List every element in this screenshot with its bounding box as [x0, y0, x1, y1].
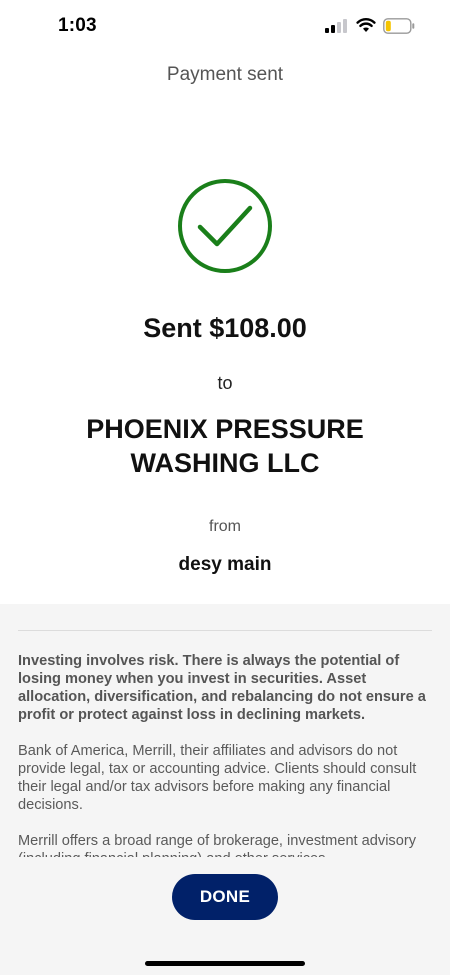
recipient-name: PHOENIX PRESSURE WASHING LLC [86, 414, 364, 478]
disclosure-section: Investing involves risk. There is always… [0, 604, 450, 975]
disclosure-scroll[interactable]: Investing involves risk. There is always… [18, 652, 432, 857]
wifi-icon [356, 18, 376, 32]
from-label: from [209, 518, 241, 535]
done-button[interactable]: DONE [172, 874, 278, 920]
page-title: Payment sent [166, 64, 284, 85]
home-indicator[interactable] [145, 961, 305, 966]
cellular-signal-icon [325, 19, 347, 33]
checkmark-circle-icon [177, 178, 273, 274]
risk-disclosure: Investing involves risk. There is always… [18, 653, 426, 723]
source-account-name: desy main [178, 554, 272, 575]
payment-sent-screen: 1:03 Payment sent Sent $108.00 to PHOENI… [0, 0, 450, 975]
divider [18, 630, 432, 631]
to-label: to [217, 373, 233, 393]
status-bar: 1:03 [0, 0, 450, 54]
services-disclosure: Merrill offers a broad range of brokerag… [18, 833, 417, 857]
status-time: 1:03 [58, 15, 97, 36]
sent-amount: Sent $108.00 [143, 313, 307, 343]
advice-disclosure: Bank of America, Merrill, their affiliat… [18, 743, 417, 813]
battery-low-icon [383, 18, 415, 34]
